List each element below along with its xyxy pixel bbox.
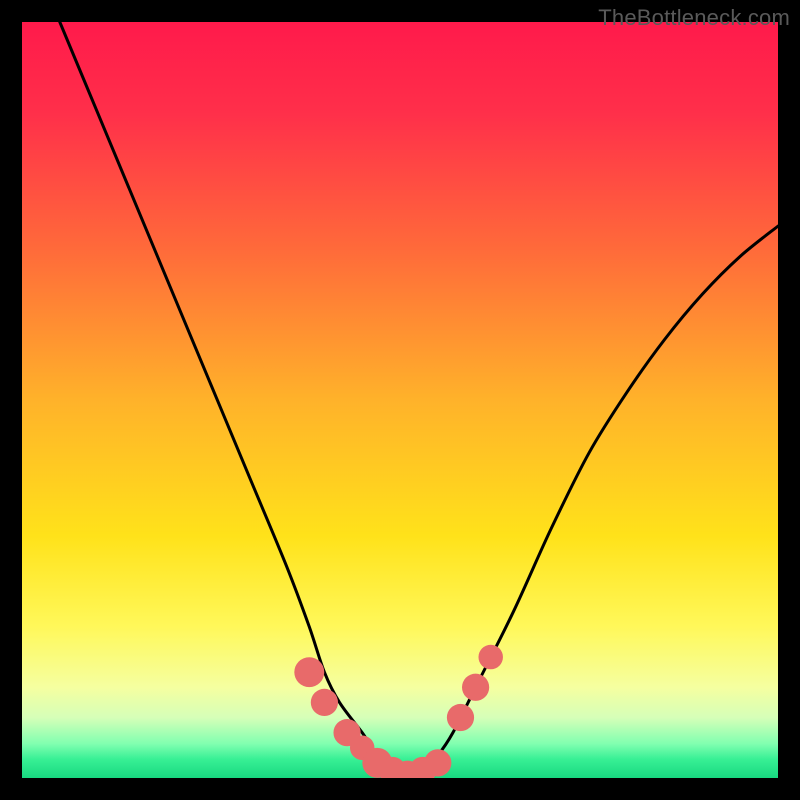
chart-frame <box>22 22 778 778</box>
attribution-label: TheBottleneck.com <box>598 5 790 31</box>
chart-background-gradient <box>22 22 778 778</box>
